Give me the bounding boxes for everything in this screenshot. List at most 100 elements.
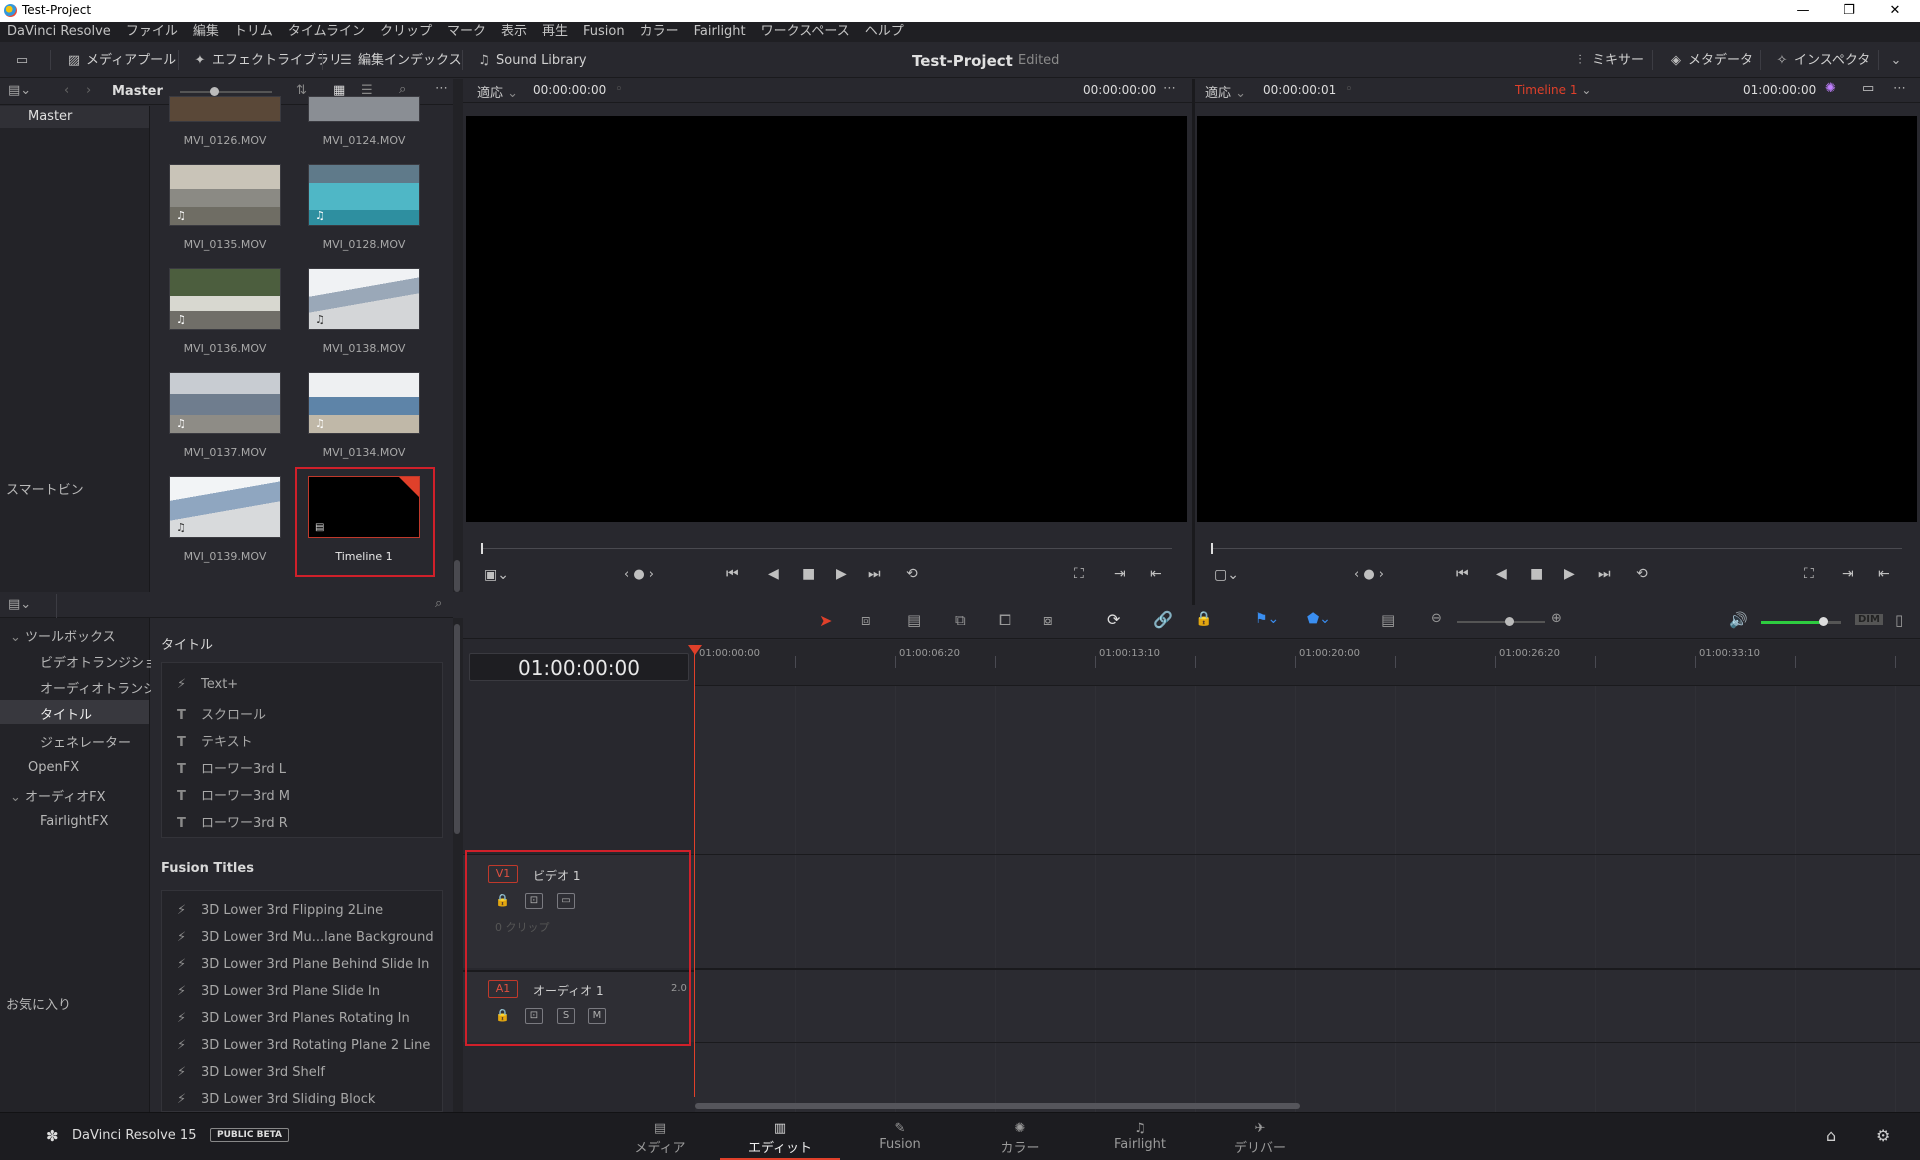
match-frame-icon[interactable]: ⛶ <box>1804 566 1814 582</box>
clip-thumbnail[interactable] <box>308 96 420 122</box>
skip-forward-icon[interactable]: ⏭ <box>868 566 881 582</box>
title-item[interactable]: T ローワー3rd R <box>177 812 288 831</box>
effects-scrollbar[interactable] <box>454 624 460 834</box>
sound-library-button[interactable]: ♫ Sound Library <box>474 50 586 72</box>
video-track-name[interactable]: ビデオ 1 <box>533 867 580 884</box>
title-item[interactable]: ⚡ Text+ <box>177 677 238 692</box>
menu-workspace[interactable]: ワークスペース <box>754 22 858 42</box>
fusion-title-item[interactable]: ⚡ 3D Lower 3rd Flipping 2Line <box>177 903 383 918</box>
menu-color[interactable]: カラー <box>633 22 687 42</box>
timeline-viewer-screen[interactable] <box>1197 116 1917 522</box>
marker-icon[interactable]: ⬟⌄ <box>1307 611 1331 627</box>
bin-master[interactable]: Master <box>0 106 149 128</box>
playhead-handle-icon[interactable] <box>688 645 702 655</box>
page-tab-fairlight[interactable]: ♫ Fairlight <box>1080 1113 1200 1160</box>
menu-timeline[interactable]: タイムライン <box>281 22 373 42</box>
menu-fairlight[interactable]: Fairlight <box>687 22 754 42</box>
fusion-title-item[interactable]: ⚡ 3D Lower 3rd Shelf <box>177 1065 325 1080</box>
title-item[interactable]: T スクロール <box>177 704 266 723</box>
fusion-title-item[interactable]: ⚡ 3D Lower 3rd Plane Behind Slide In <box>177 957 429 972</box>
insert-clip-icon[interactable]: ⧉ <box>955 611 966 629</box>
restore-button[interactable]: ❐ <box>1826 0 1872 22</box>
more-options-icon[interactable]: ⋯ <box>1163 81 1176 96</box>
media-pool-button[interactable]: ▨ メディアプール <box>64 50 176 72</box>
metadata-button[interactable]: ◈ メタデータ <box>1666 50 1753 72</box>
more-options-icon[interactable]: ⋯ <box>435 81 448 96</box>
source-viewer-screen[interactable] <box>466 116 1187 522</box>
close-button[interactable]: ✕ <box>1872 0 1918 22</box>
menu-trim[interactable]: トリム <box>227 22 281 42</box>
skip-back-icon[interactable]: ⏮ <box>1456 566 1469 582</box>
bin-list-toggle-icon[interactable]: ▤⌄ <box>8 83 31 98</box>
zoom-in-icon[interactable]: ⊕ <box>1551 611 1562 626</box>
track-visibility-icon[interactable]: ▭ <box>557 893 575 909</box>
menu-clip[interactable]: クリップ <box>373 22 440 42</box>
collapse-button[interactable]: ⌄ <box>1886 50 1908 72</box>
fusion-title-item[interactable]: ⚡ 3D Lower 3rd Mu...lane Background <box>177 930 434 945</box>
stop-icon[interactable]: ■ <box>802 566 815 582</box>
inspector-button[interactable]: ✧ インスペクタ <box>1772 50 1871 72</box>
view-options-icon[interactable]: ▢⌄ <box>1214 567 1239 583</box>
panel-toggle-icon[interactable]: ▯ <box>1895 611 1903 629</box>
menu-davinci-resolve[interactable]: DaVinci Resolve <box>0 22 119 42</box>
view-options-icon[interactable]: ▣⌄ <box>484 567 509 583</box>
play-reverse-icon[interactable]: ◀ <box>768 566 779 582</box>
blade-tool-icon[interactable]: ▤ <box>907 611 921 629</box>
titles-item[interactable]: タイトル <box>0 700 149 724</box>
fusion-title-item[interactable]: ⚡ 3D Lower 3rd Sliding Block <box>177 1092 375 1107</box>
page-tab-color[interactable]: ✺ カラー <box>960 1113 1080 1160</box>
lock-icon[interactable]: 🔒 <box>495 893 510 907</box>
timeline-viewer-playhead[interactable] <box>1211 543 1213 554</box>
fusion-title-item[interactable]: ⚡ 3D Lower 3rd Plane Slide In <box>177 984 380 999</box>
menu-edit[interactable]: 編集 <box>186 22 227 42</box>
lock-icon[interactable]: 🔒 <box>495 1008 510 1022</box>
timecode-display[interactable]: 01:00:00:00 <box>469 653 689 681</box>
menu-fusion[interactable]: Fusion <box>576 22 633 42</box>
panel-toggle-icon[interactable]: ▤⌄ <box>8 597 31 612</box>
audio-fx-item[interactable]: ⌄ オーディオFX <box>10 786 106 805</box>
volume-knob[interactable] <box>1819 617 1828 626</box>
menu-help[interactable]: ヘルプ <box>858 22 912 42</box>
title-item[interactable]: T テキスト <box>177 731 253 750</box>
position-lock-icon[interactable]: 🔒 <box>1195 611 1212 627</box>
skip-forward-icon[interactable]: ⏭ <box>1598 566 1611 582</box>
source-zoom-select[interactable]: 適応 ⌄ <box>477 82 518 101</box>
skip-back-icon[interactable]: ⏮ <box>726 566 739 582</box>
overwrite-clip-icon[interactable]: ⧠ <box>999 611 1011 629</box>
back-icon[interactable]: ‹ <box>64 83 69 98</box>
forward-icon[interactable]: › <box>86 83 91 98</box>
fusion-title-item[interactable]: ⚡ 3D Lower 3rd Planes Rotating In <box>177 1011 410 1026</box>
effects-library-button[interactable]: ✦ エフェクトライブラリ <box>190 50 342 72</box>
title-item[interactable]: T ローワー3rd M <box>177 785 290 804</box>
mark-in-icon[interactable]: ⇥ <box>1842 566 1854 582</box>
clip-thumbnail[interactable]: ♫ <box>169 164 281 226</box>
auto-track-icon[interactable]: ⊡ <box>525 1008 543 1024</box>
selection-tool-icon[interactable]: ➤ <box>819 611 832 630</box>
timeline-scrubber[interactable] <box>1212 548 1902 549</box>
color-wheel-icon[interactable]: ✺ <box>1825 81 1836 96</box>
menu-view[interactable]: 表示 <box>494 22 535 42</box>
clip-thumbnail[interactable]: ♫ <box>308 372 420 434</box>
auto-track-icon[interactable]: ⊡ <box>525 893 543 909</box>
fairlight-fx-item[interactable]: FairlightFX <box>40 814 108 829</box>
openfx-item[interactable]: OpenFX <box>28 760 79 775</box>
mark-out-icon[interactable]: ⇤ <box>1878 566 1890 582</box>
page-tab-media[interactable]: ▤ メディア <box>600 1113 720 1160</box>
title-item[interactable]: T ローワー3rd L <box>177 758 286 777</box>
mixer-button[interactable]: ⫶ ミキサー <box>1570 50 1644 72</box>
mark-out-icon[interactable]: ⇤ <box>1150 566 1162 582</box>
play-icon[interactable]: ▶ <box>836 566 847 582</box>
source-playhead[interactable] <box>481 543 483 554</box>
page-tab-deliver[interactable]: ✈ デリバー <box>1200 1113 1320 1160</box>
timeline-zoom-select[interactable]: 適応 ⌄ <box>1205 82 1246 101</box>
favorites-item[interactable]: お気に入り <box>6 994 71 1013</box>
flag-icon[interactable]: ⚑⌄ <box>1255 611 1279 627</box>
edit-index-button[interactable]: ☰ 編集インデックス <box>336 50 461 72</box>
loop-icon[interactable]: ⟲ <box>1636 566 1648 582</box>
timeline-ruler[interactable]: 01:00:00:00 01:00:06:20 01:00:13:10 01:0… <box>695 640 1920 686</box>
snapping-icon[interactable]: ⟳ <box>1107 610 1120 629</box>
clip-thumbnail[interactable]: ♫ <box>169 476 281 538</box>
play-reverse-icon[interactable]: ◀ <box>1496 566 1507 582</box>
audio-transitions-item[interactable]: オーディオトランジ... <box>40 678 169 697</box>
page-tab-edit[interactable]: ▥ エディット <box>720 1113 840 1160</box>
